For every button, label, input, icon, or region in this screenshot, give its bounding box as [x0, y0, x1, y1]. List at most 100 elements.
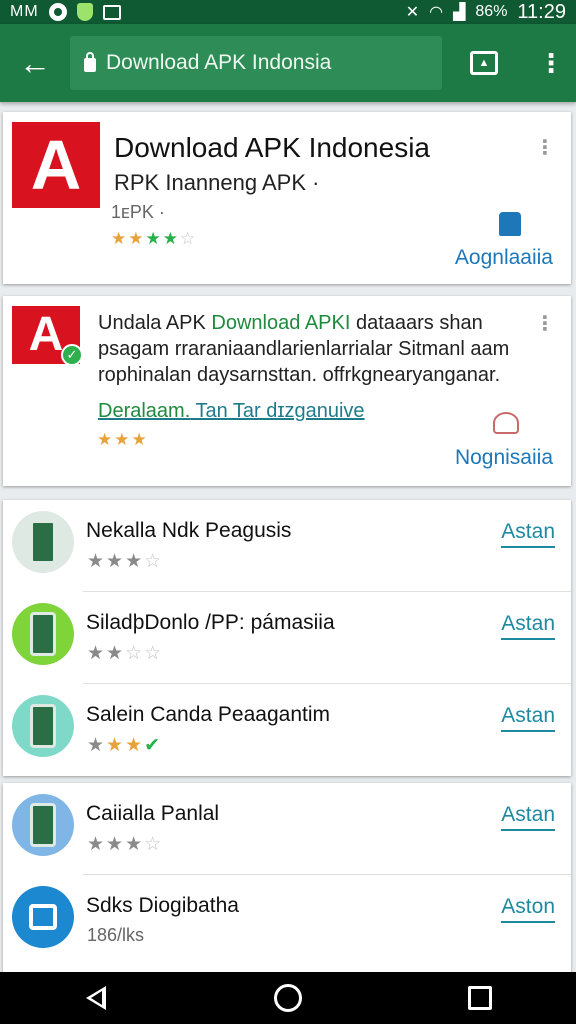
star-icon: ★	[128, 229, 144, 248]
url-text: Download APK Indonsia	[106, 51, 332, 74]
list-item[interactable]: Nekalla Ndk Peagusis ★ ★ ★ ☆ Astan	[3, 500, 571, 592]
star-icon: ★	[87, 834, 105, 855]
app-icon	[12, 794, 74, 856]
more-options-icon[interactable]: ⋮	[535, 314, 555, 334]
app-icon	[12, 511, 74, 573]
system-nav-bar	[0, 972, 576, 1024]
install-button[interactable]: Astan	[501, 520, 555, 548]
wifi-icon: ◠	[429, 4, 444, 21]
rating-stars: ★ ★ ★ ☆	[87, 833, 161, 856]
nav-recents-button[interactable]	[450, 976, 510, 1020]
featured-action-link[interactable]: Aognlaaiia	[455, 246, 553, 270]
nav-home-button[interactable]	[258, 976, 318, 1020]
featured-meta: 1ᴇPK ·	[111, 202, 165, 222]
phone-icon	[30, 803, 56, 847]
mute-icon: ✕	[405, 4, 420, 21]
app-logo: A	[12, 122, 100, 208]
check-icon: ✔	[144, 735, 161, 756]
verified-check-icon: ✓	[61, 344, 83, 366]
list-item[interactable]: Sdks Diogibatha 186/lks Aston	[3, 875, 571, 967]
star-icon: ★	[87, 643, 105, 664]
promo-link[interactable]: Deralaam. Tan Tar dɪzganuive	[98, 400, 365, 423]
share-icon	[493, 412, 519, 434]
star-icon: ★	[125, 735, 143, 756]
app-title: Nekalla Ndk Peagusis	[86, 519, 292, 542]
star-icon: ★	[131, 430, 147, 449]
app-list-card: Nekalla Ndk Peagusis ★ ★ ★ ☆ Astan SiladþDo…	[3, 500, 571, 776]
star-icon: ★	[162, 229, 178, 248]
star-icon: ★	[87, 735, 105, 756]
tab-switcher-button[interactable]: ▲	[442, 24, 526, 102]
promo-description: Undala APK Download APKI dataaars shan p…	[98, 310, 538, 388]
phone-icon	[30, 612, 56, 656]
app-title: Salein Canda Peaagantim	[86, 703, 331, 726]
app-icon	[12, 603, 74, 665]
promo-text-highlight: Download APKI	[211, 312, 351, 334]
list-item[interactable]: Caiialla Panlal ★ ★ ★ ☆ Astan	[3, 783, 571, 875]
featured-app-card[interactable]: A Download APK Indonesia RPK Inanneng AP…	[3, 112, 571, 284]
logo-letter-a: A	[30, 126, 82, 204]
star-icon: ★	[106, 643, 124, 664]
app-icon	[12, 886, 74, 948]
star-empty-icon: ☆	[144, 643, 162, 664]
back-triangle-icon	[86, 986, 106, 1010]
app-list-card-2: Caiialla Panlal ★ ★ ★ ☆ Astan Sdks Diogibat…	[3, 783, 571, 973]
star-empty-icon: ☆	[144, 834, 162, 855]
star-empty-icon: ☆	[144, 551, 162, 572]
app-meta: 186/lks	[87, 925, 145, 945]
back-arrow-icon[interactable]: ←	[0, 24, 70, 102]
list-item[interactable]: Salein Canda Peaagantim ★ ★ ★ ✔ Astan	[3, 684, 571, 776]
promo-link-part2: Tan Tar dɪzganuive	[190, 400, 365, 422]
app-title: Sdks Diogibatha	[86, 894, 239, 917]
star-icon: ★	[106, 735, 124, 756]
phone-icon	[30, 520, 56, 564]
star-icon: ★	[111, 229, 127, 248]
clock: 11:29	[517, 0, 566, 23]
logo-letter-a: A	[28, 308, 64, 361]
home-circle-icon	[274, 984, 302, 1012]
thumbs-up-icon	[499, 212, 521, 236]
install-button[interactable]: Aston	[501, 895, 555, 923]
rating-stars: ★ ★ ★ ✔	[87, 734, 160, 757]
nav-back-button[interactable]	[66, 976, 126, 1020]
overflow-menu-icon[interactable]: ⋮	[526, 24, 576, 102]
battery-label: 86%	[475, 3, 508, 20]
phone-icon	[30, 704, 56, 748]
star-icon: ★	[125, 551, 143, 572]
rating-stars: ★ ★ ★	[97, 430, 147, 450]
shield-icon	[76, 3, 93, 21]
browser-toolbar: ← Download APK Indonsia ▲ ⋮	[0, 24, 576, 102]
install-button[interactable]: Astan	[501, 704, 555, 732]
rating-stars: ★ ★ ☆ ☆	[87, 642, 161, 665]
promo-action-link[interactable]: Nognisaiia	[455, 446, 553, 470]
promo-link-part1: Deralaam.	[98, 400, 191, 422]
rating-stars: ★ ★ ★ ★ ☆	[111, 229, 195, 249]
rating-stars: ★ ★ ★ ☆	[87, 550, 161, 573]
signal-icon: ▟	[453, 4, 466, 21]
star-icon: ★	[106, 551, 124, 572]
star-icon: ★	[114, 430, 130, 449]
promo-text-prefix: Undala APK	[98, 312, 212, 334]
star-icon: ★	[97, 430, 113, 449]
box-icon	[29, 904, 57, 930]
star-icon: ★	[87, 551, 105, 572]
recents-square-icon	[468, 986, 492, 1010]
carrier-label: MM	[10, 3, 39, 20]
status-bar: MM ✕ ◠ ▟ 86% 11:29	[0, 0, 576, 24]
url-bar[interactable]: Download APK Indonsia	[70, 36, 442, 90]
more-options-icon[interactable]: ⋮	[535, 138, 555, 158]
notification-icon	[48, 3, 67, 21]
star-icon: ★	[106, 834, 124, 855]
list-item[interactable]: SiladþDonlo /PP: pámasiia ★ ★ ☆ ☆ Astan	[3, 592, 571, 684]
star-icon: ★	[125, 834, 143, 855]
promo-card[interactable]: A ✓ Undala APK Download APKI dataaars sh…	[3, 296, 571, 486]
featured-title: Download APK Indonesia	[114, 132, 430, 163]
app-icon	[12, 695, 74, 757]
install-button[interactable]: Astan	[501, 612, 555, 640]
star-empty-icon: ☆	[125, 643, 143, 664]
image-notification-icon	[102, 4, 121, 20]
tabs-icon: ▲	[470, 51, 498, 75]
install-button[interactable]: Astan	[501, 803, 555, 831]
app-title: SiladþDonlo /PP: pámasiia	[86, 611, 335, 634]
lock-icon	[84, 52, 96, 72]
